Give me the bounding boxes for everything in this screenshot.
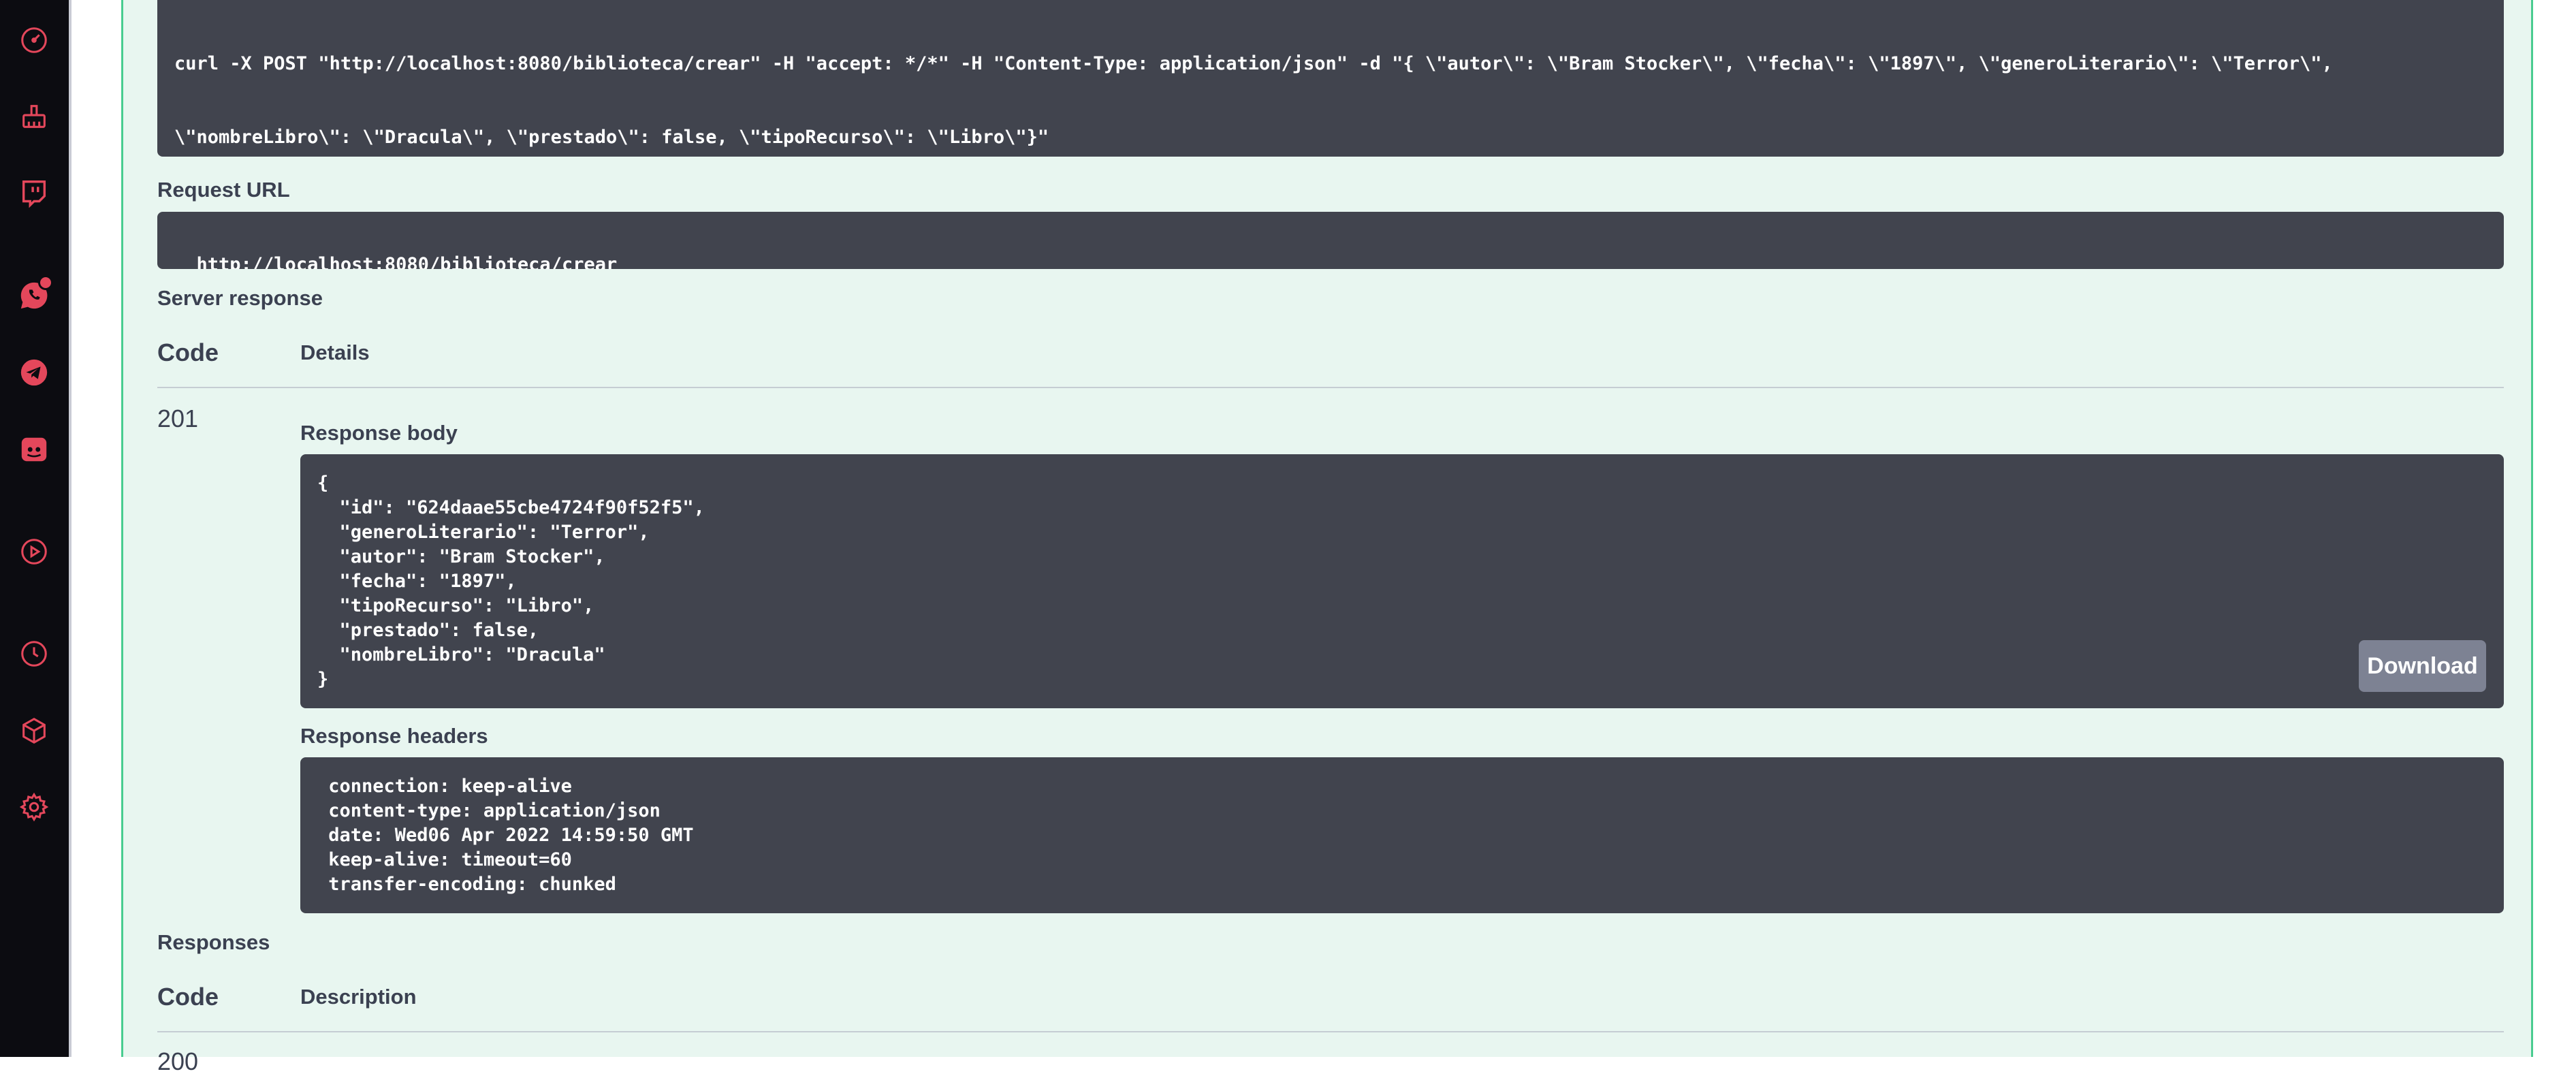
notification-dot (38, 275, 53, 290)
request-url-box[interactable]: http://localhost:8080/biblioteca/crear (157, 212, 2504, 269)
response-body-label: Response body (300, 421, 458, 445)
response-body-box[interactable]: { "id": "624daae55cbe4724f90f52f5", "gen… (300, 454, 2504, 708)
curl-line-1: curl -X POST "http://localhost:8080/bibl… (174, 53, 2333, 74)
response-body-line: "id": "624daae55cbe4724f90f52f5", (317, 497, 705, 518)
settings-gear-icon[interactable] (16, 789, 52, 825)
dashboard-gauge-icon[interactable] (16, 22, 52, 58)
page-margin-right (2533, 0, 2576, 1057)
responses-first-code: 200 (157, 1047, 199, 1075)
whatsapp-icon[interactable] (16, 275, 53, 313)
server-response-code-header: Code (157, 338, 219, 366)
telegram-icon[interactable] (16, 355, 52, 390)
curl-command-box[interactable]: curl -X POST "http://localhost:8080/bibl… (157, 0, 2504, 157)
response-status-code: 201 (157, 405, 199, 432)
response-body-line: "generoLiterario": "Terror", (317, 522, 650, 543)
twitch-icon[interactable] (16, 176, 52, 211)
server-response-header-rule (157, 387, 2504, 388)
response-body-line: } (317, 669, 329, 690)
responses-label: Responses (157, 930, 270, 954)
response-headers-label: Response headers (300, 724, 488, 748)
response-header-line: transfer-encoding: chunked (317, 874, 616, 895)
app-sidebar (0, 0, 69, 1057)
response-body-line: "tipoRecurso": "Libro", (317, 595, 594, 616)
response-header-line: connection: keep-alive (317, 776, 572, 797)
response-header-line: content-type: application/json (317, 800, 661, 821)
response-header-line: keep-alive: timeout=60 (317, 849, 572, 870)
responses-header-rule (157, 1031, 2504, 1032)
responses-code-header: Code (157, 983, 219, 1011)
response-header-line: date: Wed06 Apr 2022 14:59:50 GMT (317, 825, 694, 846)
response-body-line: "prestado": false, (317, 620, 539, 641)
response-headers-box[interactable]: connection: keep-alive content-type: app… (300, 757, 2504, 913)
responses-description-header: Description (300, 985, 417, 1009)
server-response-details-header: Details (300, 341, 370, 364)
cube-icon[interactable] (16, 713, 52, 748)
response-body-line: "nombreLibro": "Dracula" (317, 644, 605, 665)
play-circle-icon[interactable] (16, 534, 52, 569)
response-body-line: { (317, 473, 329, 494)
request-url-value: http://localhost:8080/biblioteca/crear (196, 254, 618, 269)
download-button[interactable]: Download (2359, 640, 2486, 692)
history-clock-icon[interactable] (16, 636, 52, 671)
curl-line-2: \"nombreLibro\": \"Dracula\", \"prestado… (174, 127, 1049, 148)
request-url-label: Request URL (157, 178, 290, 202)
response-body-line: "autor": "Bram Stocker", (317, 546, 605, 567)
page-margin-left (71, 0, 121, 1057)
server-response-label: Server response (157, 286, 323, 310)
response-body-line: "fecha": "1897", (317, 571, 517, 592)
cleaning-brush-icon[interactable] (16, 99, 52, 134)
discord-icon[interactable] (16, 432, 52, 467)
